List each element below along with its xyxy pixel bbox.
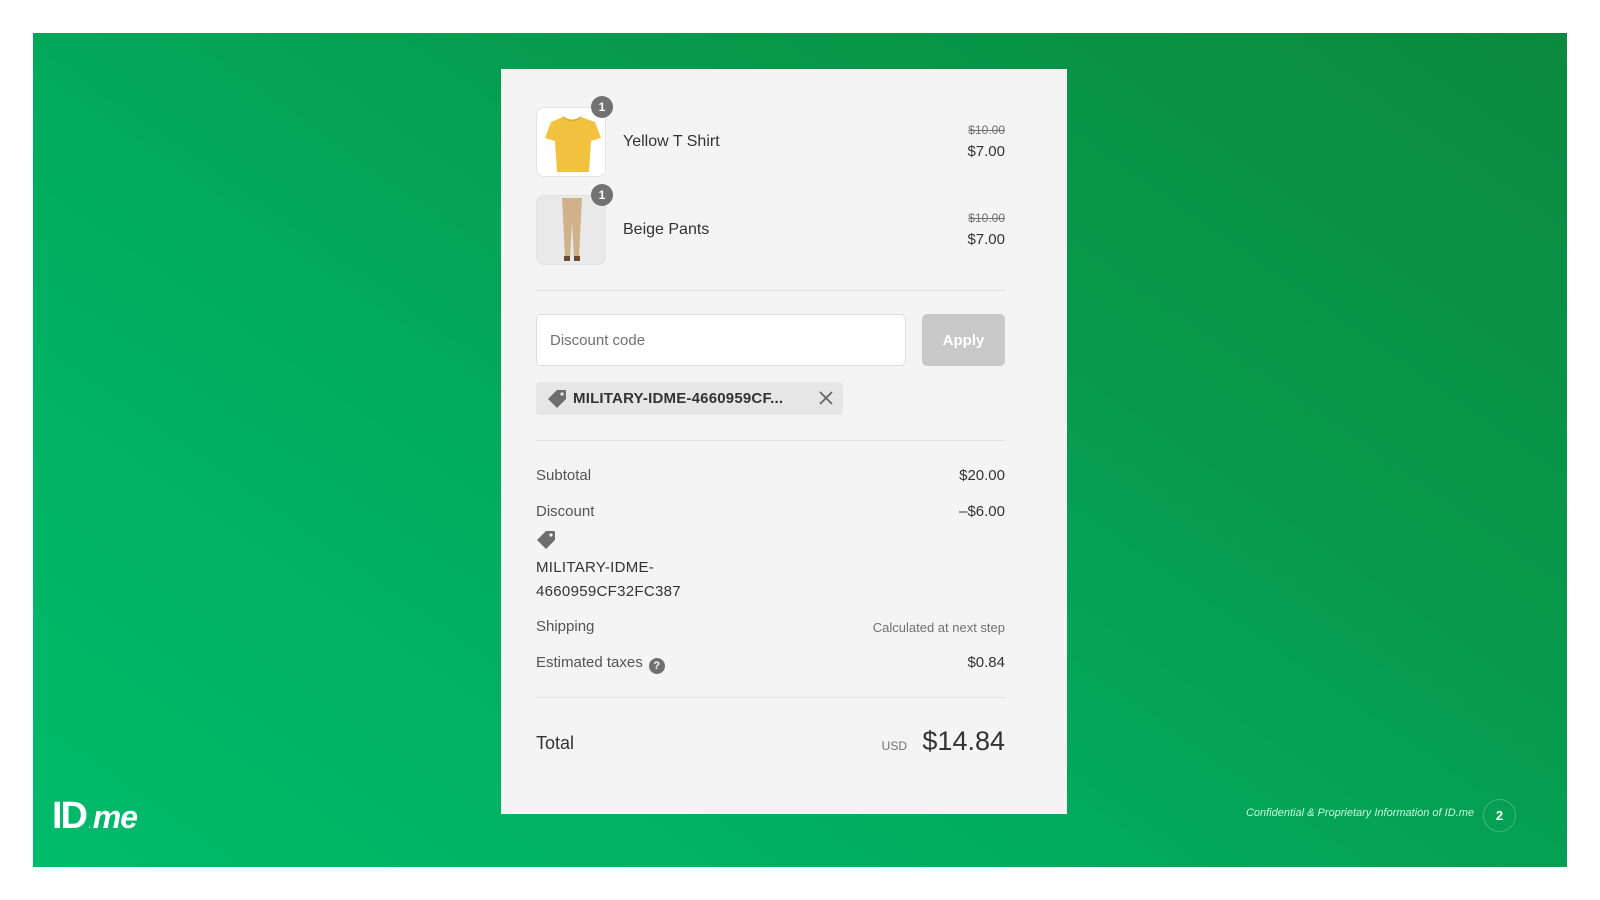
subtotal-value: $20.00 — [959, 467, 1005, 484]
total-currency: USD — [881, 739, 907, 753]
apply-button[interactable]: Apply — [922, 314, 1005, 366]
order-summary-card: 1 Yellow T Shirt $10.00 $7.00 1 Beige Pa… — [501, 69, 1067, 814]
beige-pants-image — [562, 198, 582, 261]
taxes-label: Estimated taxes — [536, 654, 643, 671]
discounted-price: $7.00 — [967, 231, 1005, 248]
product-thumbnail: 1 — [536, 184, 613, 265]
confidential-notice: Confidential & Proprietary Information o… — [1245, 807, 1474, 819]
line-item: 1 Yellow T Shirt $10.00 $7.00 — [536, 96, 1005, 177]
discount-code-input[interactable] — [536, 314, 906, 366]
logo-me: me — [92, 799, 138, 835]
discount-label: Discount — [536, 503, 595, 520]
close-icon[interactable] — [817, 389, 835, 407]
shipping-value: Calculated at next step — [872, 620, 1005, 635]
original-price: $10.00 — [968, 211, 1005, 225]
idme-logo: ID . me — [52, 795, 138, 838]
product-name: Beige Pants — [623, 221, 710, 238]
product-name: Yellow T Shirt — [623, 133, 720, 150]
product-thumbnail: 1 — [536, 96, 613, 177]
applied-discount-code: MILITARY-IDME-4660959CF... — [573, 390, 784, 407]
logo-id: ID — [52, 795, 88, 837]
total-label: Total — [536, 733, 575, 753]
help-icon[interactable]: ? — [648, 658, 665, 674]
divider — [536, 440, 1005, 441]
discount-code-full: MILITARY-IDME- 4660959CF32FC387 — [536, 556, 681, 604]
taxes-value: $0.84 — [967, 654, 1005, 671]
discount-value: –$6.00 — [959, 503, 1005, 520]
taxes-label-wrap: Estimated taxes? — [536, 654, 665, 674]
original-price: $10.00 — [968, 123, 1005, 137]
discounted-price: $7.00 — [967, 143, 1005, 160]
divider — [536, 697, 1005, 698]
total-row: Total USD $14.84 — [536, 726, 1005, 759]
quantity-badge: 1 — [591, 184, 613, 206]
applied-discount-chip: MILITARY-IDME-4660959CF... — [536, 382, 843, 415]
tag-icon — [548, 389, 566, 408]
total-value: $14.84 — [922, 726, 1005, 756]
discount-code-line: MILITARY-IDME- — [536, 559, 655, 576]
line-item: 1 Beige Pants $10.00 $7.00 — [536, 184, 1005, 265]
yellow-tshirt-image — [545, 116, 601, 172]
discount-code-line: 4660959CF32FC387 — [536, 583, 681, 600]
subtotal-label: Subtotal — [536, 467, 592, 484]
page-number: 2 — [1483, 799, 1516, 832]
quantity-badge: 1 — [591, 96, 613, 118]
divider — [536, 290, 1005, 291]
logo-dot: . — [88, 820, 91, 831]
tag-icon — [537, 531, 555, 549]
shipping-label: Shipping — [536, 618, 595, 635]
